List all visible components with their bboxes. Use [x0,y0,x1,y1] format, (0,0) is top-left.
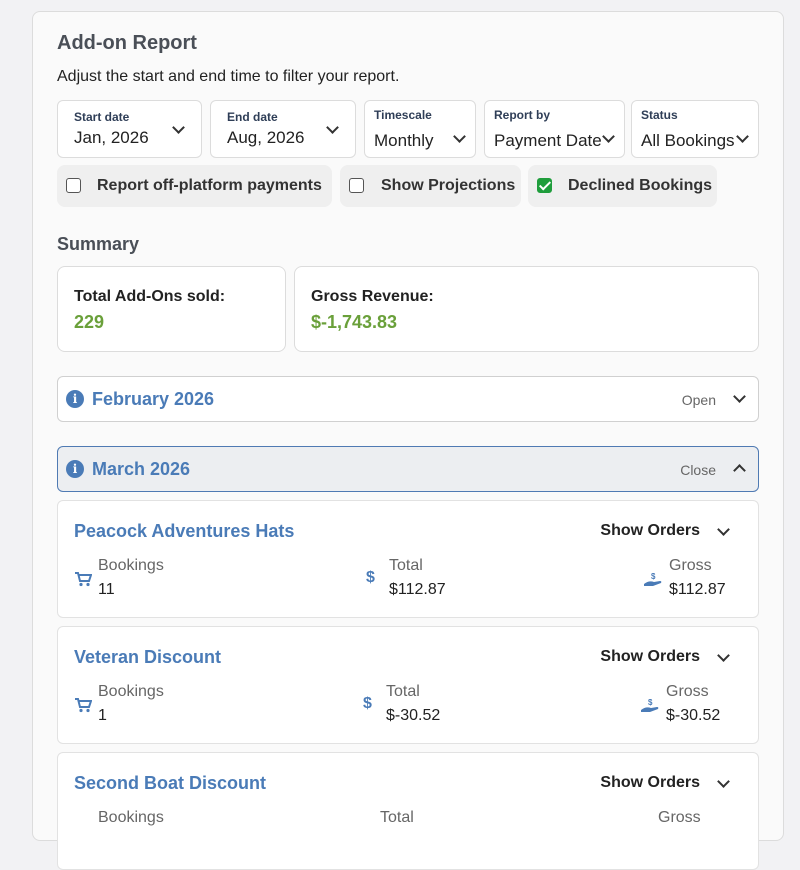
gross-label: Gross [658,809,701,826]
total-label: Total [380,809,414,826]
total-addons-card: Total Add-Ons sold: 229 [57,266,286,352]
month-accordion-february[interactable]: i February 2026 Open [57,376,759,422]
bookings-value: 1 [98,707,107,724]
total-addons-value: 229 [74,312,105,332]
dollar-icon: $ [366,569,375,586]
bookings-label: Bookings [98,557,164,574]
info-icon: i [66,390,84,408]
addon-name: Second Boat Discount [74,773,267,793]
projections-checkbox[interactable] [349,178,364,193]
gross-revenue-card: Gross Revenue: $-1,743.83 [294,266,759,352]
addon-name: Peacock Adventures Hats [74,521,295,541]
show-orders-button[interactable]: Show Orders [600,648,700,666]
addon-item: Peacock Adventures Hats Show Orders Book… [57,500,759,618]
hand-money-icon: $ [644,572,662,586]
chevron-down-icon [326,121,339,134]
end-date-value: Aug, 2026 [227,128,305,147]
add-on-report-panel: Add-on Report Adjust the start and end t… [32,11,784,870]
svg-text:$: $ [651,572,656,581]
end-date-label: End date [227,110,278,124]
gross-metric: Gross [658,809,701,827]
status-select[interactable]: Status All Bookings [631,100,759,158]
gross-metric: Gross $-30.52 [666,683,720,725]
chevron-down-icon [602,130,615,143]
show-orders-button[interactable]: Show Orders [600,774,700,792]
gross-value: $-30.52 [666,707,721,724]
timescale-select[interactable]: Timescale Monthly [364,100,476,158]
chevron-down-icon [717,775,730,788]
gross-label: Gross [666,683,709,700]
month-title: March 2026 [92,459,191,479]
gross-revenue-label: Gross Revenue: [311,288,434,305]
cart-icon [75,698,92,713]
off-platform-checkbox[interactable] [66,178,81,193]
timescale-label: Timescale [374,108,432,122]
report-by-label: Report by [494,108,551,122]
chevron-down-icon [717,649,730,662]
cart-icon [75,572,92,587]
summary-title: Summary [57,234,140,254]
declined-label: Declined Bookings [568,177,713,194]
off-platform-label: Report off-platform payments [97,177,322,194]
start-date-select[interactable]: Start date Jan, 2026 [57,100,202,158]
hand-money-icon: $ [641,698,659,712]
status-label: Status [641,108,678,122]
info-icon: i [66,460,84,478]
declined-bookings-toggle[interactable]: Declined Bookings [528,165,717,207]
page-title: Add-on Report [57,32,197,54]
total-label: Total [389,557,423,574]
start-date-label: Start date [74,110,130,124]
month-toggle-label: Open [681,392,716,408]
month-title: February 2026 [92,389,215,409]
off-platform-payments-toggle[interactable]: Report off-platform payments [57,165,332,207]
chevron-down-icon [736,130,749,143]
report-by-select[interactable]: Report by Payment Date [484,100,625,158]
gross-metric: Gross $112.87 [669,557,726,599]
show-projections-toggle[interactable]: Show Projections [340,165,521,207]
addon-item: Veteran Discount Show Orders Bookings 1 … [57,626,759,744]
bookings-label: Bookings [98,809,164,826]
chevron-down-icon [172,121,185,134]
month-toggle-label: Close [680,462,716,478]
gross-revenue-value: $-1,743.83 [311,312,398,332]
timescale-value: Monthly [374,131,434,150]
bookings-metric: Bookings 1 [98,683,164,725]
month-accordion-march[interactable]: i March 2026 Close [57,446,759,492]
total-label: Total [386,683,420,700]
declined-checkbox[interactable] [537,178,552,193]
total-value: $112.87 [389,581,446,598]
total-value: $-30.52 [386,707,441,724]
gross-label: Gross [669,557,712,574]
chevron-down-icon [733,390,746,403]
chevron-up-icon [733,464,746,477]
gross-value: $112.87 [669,581,726,598]
status-value: All Bookings [641,131,735,150]
end-date-select[interactable]: End date Aug, 2026 [210,100,356,158]
bookings-metric: Bookings [98,809,164,827]
projections-label: Show Projections [381,177,516,194]
bookings-value: 11 [98,581,115,598]
dollar-icon: $ [363,695,372,712]
bookings-label: Bookings [98,683,164,700]
addon-item: Second Boat Discount Show Orders Booking… [57,752,759,870]
show-orders-button[interactable]: Show Orders [600,522,700,540]
report-by-value: Payment Date [494,131,602,150]
total-addons-label: Total Add-Ons sold: [74,288,226,305]
chevron-down-icon [717,523,730,536]
svg-text:$: $ [648,698,653,707]
start-date-value: Jan, 2026 [74,128,149,147]
chevron-down-icon [453,130,466,143]
addon-name: Veteran Discount [74,647,222,667]
total-metric: Total $-30.52 [386,683,440,725]
total-metric: Total [380,809,414,827]
page-subtitle: Adjust the start and end time to filter … [57,68,400,85]
bookings-metric: Bookings 11 [98,557,164,599]
total-metric: Total $112.87 [389,557,446,599]
